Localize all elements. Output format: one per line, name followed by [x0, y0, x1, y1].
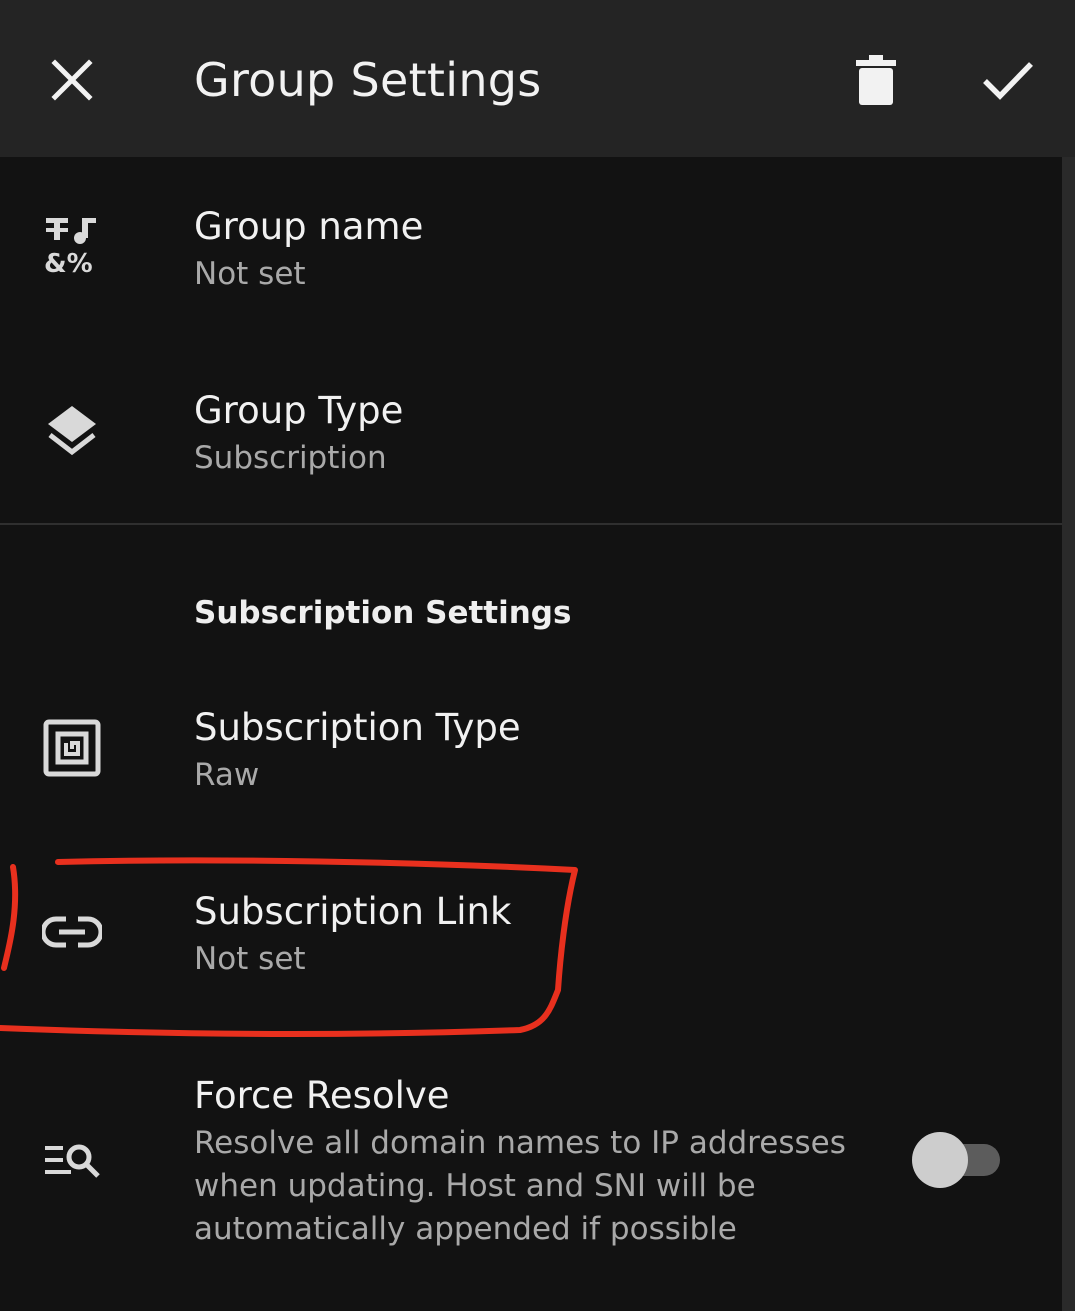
pref-summary: Raw	[194, 757, 260, 793]
pref-title: Group Type	[194, 389, 404, 432]
link-icon	[36, 896, 108, 968]
find-in-list-icon	[36, 1124, 108, 1196]
delete-button[interactable]	[840, 44, 912, 116]
check-icon	[983, 62, 1033, 100]
pref-title: Force Resolve	[194, 1074, 450, 1117]
svg-text:&%: &%	[44, 249, 93, 274]
text-format-icon: &%	[36, 209, 108, 281]
pref-summary: Not set	[194, 256, 306, 292]
close-button[interactable]	[36, 44, 108, 116]
pref-title: Group name	[194, 205, 424, 248]
pref-subscription-type[interactable]: Subscription Type Raw	[0, 660, 1062, 844]
switch-thumb	[912, 1132, 968, 1188]
pref-summary: Subscription	[194, 440, 387, 476]
pref-group-name[interactable]: &% Group name Not set	[0, 157, 1062, 341]
pref-summary: Not set	[194, 941, 306, 977]
pref-title: Subscription Type	[194, 706, 521, 749]
pref-subscription-link[interactable]: Subscription Link Not set	[0, 844, 1062, 1028]
page-title: Group Settings	[194, 53, 542, 107]
category-header: Subscription Settings	[194, 595, 572, 631]
force-resolve-switch[interactable]	[912, 1132, 1002, 1188]
divider	[0, 523, 1062, 525]
scrollbar[interactable]	[1062, 157, 1075, 1311]
pref-group-type[interactable]: Group Type Subscription	[0, 341, 1062, 523]
trash-icon	[856, 55, 896, 105]
nfc-box-icon	[36, 712, 108, 784]
pref-summary: Resolve all domain names to IP addresses…	[194, 1125, 846, 1247]
layers-icon	[36, 395, 108, 467]
pref-title: Subscription Link	[194, 890, 512, 933]
confirm-button[interactable]	[972, 44, 1044, 116]
pref-force-resolve[interactable]: Force Resolve Resolve all domain names t…	[0, 1028, 1062, 1311]
app-bar: Group Settings	[0, 0, 1075, 157]
close-icon	[51, 59, 93, 101]
